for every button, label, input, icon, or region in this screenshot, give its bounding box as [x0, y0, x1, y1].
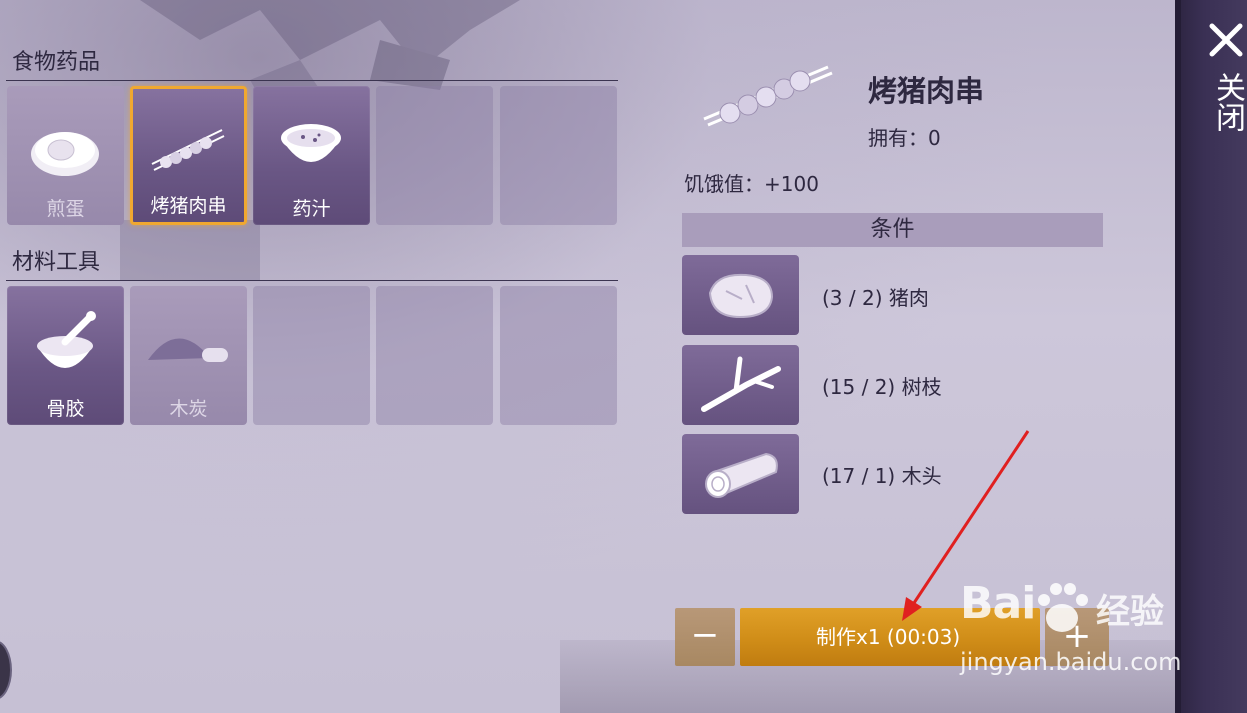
recipe-slot-medicine[interactable]: 药汁 [253, 86, 370, 225]
charcoal-icon [148, 338, 228, 362]
pork-meat-icon [708, 273, 774, 319]
recipe-slot-bone-glue[interactable]: 骨胶 [7, 286, 124, 425]
conditions-header: 条件 [682, 213, 1103, 247]
recipe-slot-label: 药汁 [292, 198, 331, 220]
recipe-slot-empty [500, 86, 617, 225]
recipe-slot-empty [253, 286, 370, 425]
recipe-slot-label: 煎蛋 [46, 198, 85, 220]
owned-count: 拥有：0 [868, 126, 941, 150]
category-divider [6, 280, 618, 281]
category-title-food-medicine: 食物药品 [12, 50, 101, 75]
pork-skewer-art-icon [703, 65, 833, 127]
recipe-slot-charcoal[interactable]: 木炭 [130, 286, 247, 425]
recipe-slot-empty [376, 86, 493, 225]
watermark-url: jingyan.baidu.com [960, 648, 1182, 676]
recipe-slot-empty [500, 286, 617, 425]
medicine-bowl-icon [281, 124, 341, 162]
recipe-slot-label: 木炭 [169, 398, 208, 420]
recipe-slot-label: 烤猪肉串 [150, 195, 227, 217]
item-name: 烤猪肉串 [868, 74, 985, 108]
category-divider [6, 80, 618, 81]
close-label[interactable]: 关闭 [1207, 72, 1245, 132]
recipe-slot-fried-egg[interactable]: 煎蛋 [7, 86, 124, 225]
fried-egg-icon [31, 132, 99, 176]
requirement-text: (3 / 2) 猪肉 [822, 286, 929, 310]
recipe-slot-pork-skewer[interactable]: 烤猪肉串 [130, 86, 247, 225]
paw-icon [1038, 583, 1088, 632]
category-title-materials-tools: 材料工具 [12, 250, 101, 275]
branch-icon [701, 356, 781, 412]
requirement-icon-box [682, 345, 799, 425]
recipe-slot-label: 骨胶 [46, 398, 85, 420]
bone-glue-mortar-icon [37, 311, 96, 368]
requirement-text: (15 / 2) 树枝 [822, 375, 942, 399]
recipe-slot-empty [376, 286, 493, 425]
watermark-logo: Bai [960, 578, 1036, 629]
watermark-brand: 经验 [1096, 592, 1164, 632]
hunger-value: 饥饿值：+100 [684, 172, 819, 196]
decrease-quantity-button[interactable]: − [675, 608, 735, 666]
pork-skewer-icon [151, 129, 225, 171]
requirement-icon-box [682, 434, 799, 514]
log-icon [705, 452, 778, 498]
close-icon[interactable] [1208, 22, 1244, 58]
requirement-icon-box [682, 255, 799, 335]
baidu-watermark: Bai 经验 jingyan.baidu.com [960, 578, 1182, 688]
